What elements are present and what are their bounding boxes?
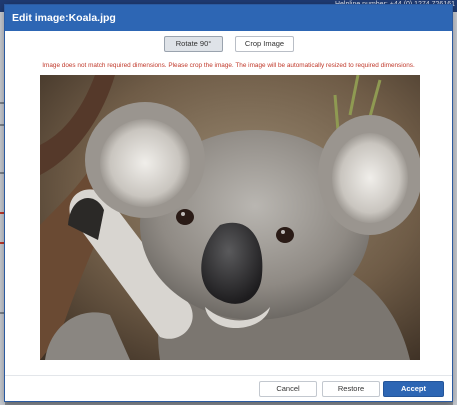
rotate-button[interactable]: Rotate 90° bbox=[164, 36, 223, 52]
background-right-strip bbox=[453, 12, 457, 405]
edit-image-dialog: Edit image:Koala.jpg Rotate 90° Crop Ima… bbox=[4, 4, 453, 402]
image-preview[interactable] bbox=[40, 75, 420, 360]
image-toolbar: Rotate 90° Crop Image bbox=[5, 36, 452, 54]
koala-photo bbox=[40, 75, 420, 360]
cancel-button[interactable]: Cancel bbox=[259, 381, 317, 397]
footer-divider bbox=[5, 375, 452, 376]
dialog-title: Edit image:Koala.jpg bbox=[5, 5, 452, 31]
restore-button[interactable]: Restore bbox=[322, 381, 380, 397]
dimension-warning: Image does not match required dimensions… bbox=[42, 62, 415, 69]
crop-button[interactable]: Crop Image bbox=[235, 36, 294, 52]
accept-button[interactable]: Accept bbox=[383, 381, 444, 397]
